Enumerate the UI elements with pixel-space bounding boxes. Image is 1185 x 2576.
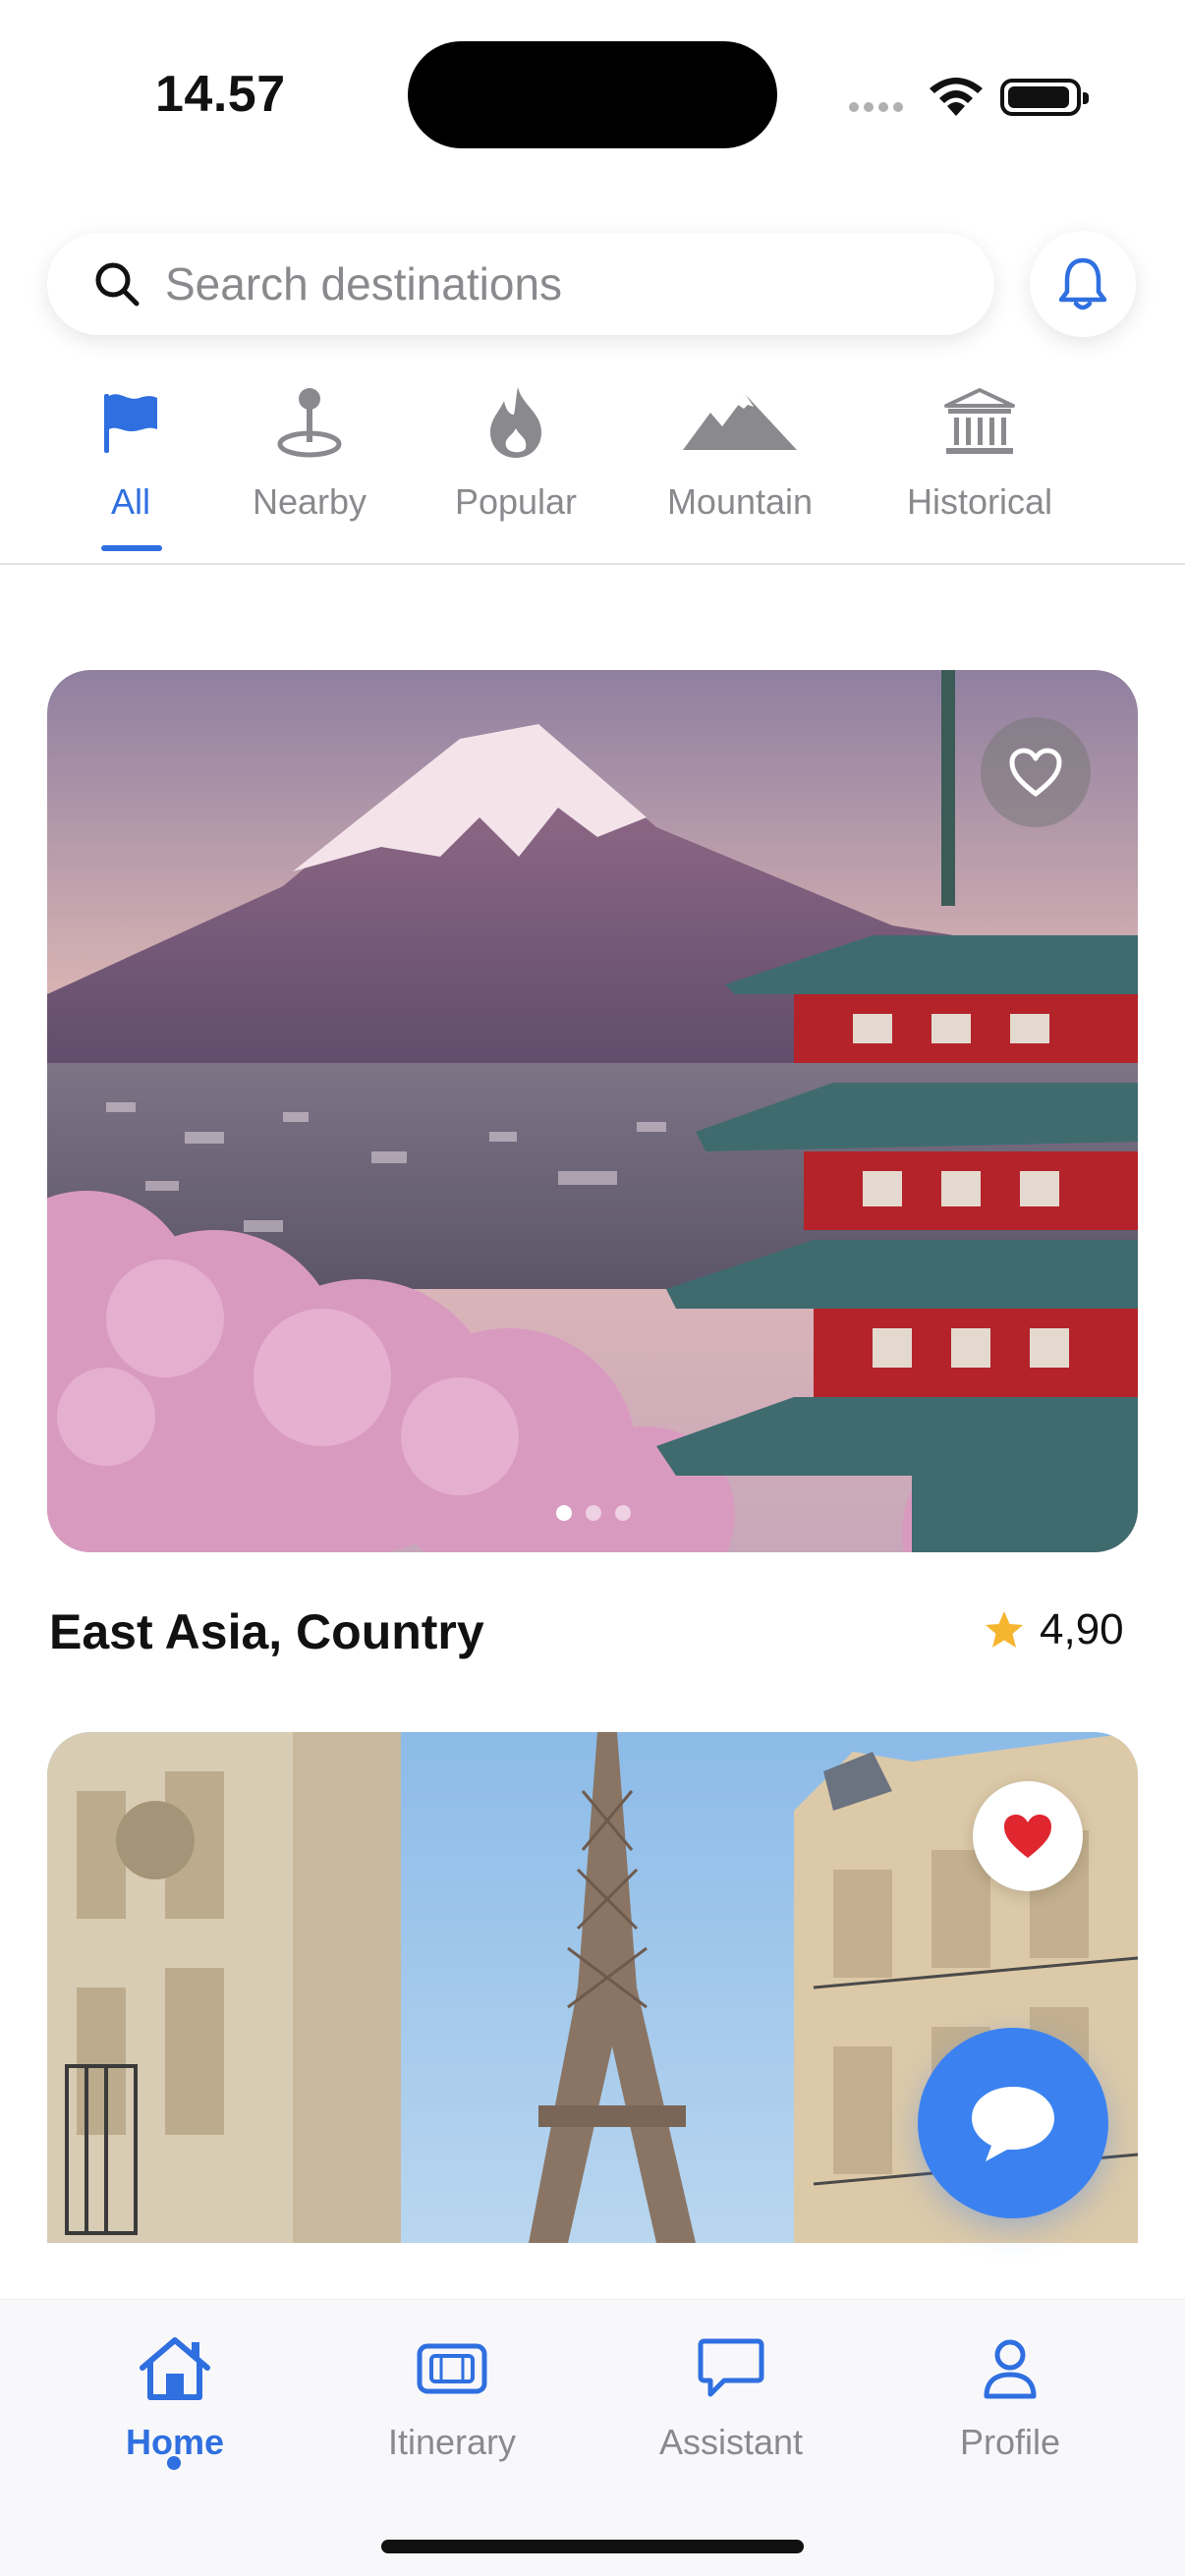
cellular-signal-icon xyxy=(849,102,908,114)
carousel-indicator xyxy=(550,1505,649,1525)
flame-icon xyxy=(490,387,541,458)
map-pin-icon xyxy=(277,388,342,458)
bell-icon xyxy=(1058,257,1107,310)
category-label: Popular xyxy=(454,481,578,522)
category-label: Nearby xyxy=(252,481,367,522)
category-popular[interactable]: Popular xyxy=(442,373,590,564)
nav-label: Assistant xyxy=(658,2422,804,2462)
destination-rating: 4,90 xyxy=(983,1605,1124,1654)
star-icon xyxy=(986,1611,1023,1648)
rating-value: 4,90 xyxy=(1040,1605,1124,1653)
battery-icon xyxy=(1000,79,1089,116)
home-indicator[interactable] xyxy=(381,2540,804,2553)
chat-assistant-button[interactable] xyxy=(918,2028,1108,2218)
category-mountain[interactable]: Mountain xyxy=(656,373,823,564)
nav-profile[interactable]: Profile xyxy=(912,2329,1108,2463)
favorite-button[interactable] xyxy=(973,1781,1083,1891)
dynamic-island xyxy=(408,41,777,148)
category-nearby[interactable]: Nearby xyxy=(229,373,390,564)
museum-icon xyxy=(944,388,1015,454)
nav-itinerary[interactable]: Itinerary xyxy=(354,2329,550,2463)
ticket-icon xyxy=(417,2343,487,2394)
nav-home[interactable]: Home xyxy=(77,2329,273,2463)
carousel-dot xyxy=(615,1505,631,1521)
destination-card-image[interactable] xyxy=(47,670,1138,1552)
home-icon xyxy=(140,2337,210,2400)
category-label: All xyxy=(110,481,150,522)
heart-outline-icon xyxy=(1009,748,1062,797)
category-label: Mountain xyxy=(666,481,814,522)
category-all[interactable]: All xyxy=(82,373,180,564)
carousel-dot xyxy=(556,1505,572,1521)
heart-filled-icon xyxy=(1004,1815,1051,1858)
mount-fuji-photo xyxy=(47,670,1138,1552)
category-divider xyxy=(0,563,1185,565)
search-bar[interactable] xyxy=(47,233,994,335)
notifications-button[interactable] xyxy=(1030,231,1136,337)
status-time: 14.57 xyxy=(155,66,286,123)
nav-label: Profile xyxy=(959,2422,1061,2462)
nav-assistant[interactable]: Assistant xyxy=(633,2329,829,2463)
search-icon xyxy=(95,262,140,307)
category-label: Historical xyxy=(906,481,1053,522)
mountain-icon xyxy=(683,395,797,450)
active-category-indicator xyxy=(101,545,162,551)
chat-bubble-icon xyxy=(972,2087,1054,2161)
flag-icon xyxy=(104,394,157,453)
nav-label: Itinerary xyxy=(387,2422,517,2462)
carousel-dot xyxy=(586,1505,601,1521)
active-tab-indicator xyxy=(167,2456,181,2470)
chat-icon xyxy=(698,2338,764,2397)
category-historical[interactable]: Historical xyxy=(896,373,1063,564)
favorite-button[interactable] xyxy=(981,717,1091,827)
bottom-navigation: Home Itinerary Assistant Profile xyxy=(0,2299,1185,2576)
search-input[interactable] xyxy=(165,257,931,310)
wifi-icon xyxy=(930,78,983,116)
person-icon xyxy=(984,2339,1037,2399)
category-tabs: All Nearby Popular Mountain Historical xyxy=(0,373,1185,564)
status-icons xyxy=(845,71,1089,120)
destination-title[interactable]: East Asia, Country xyxy=(49,1603,484,1660)
